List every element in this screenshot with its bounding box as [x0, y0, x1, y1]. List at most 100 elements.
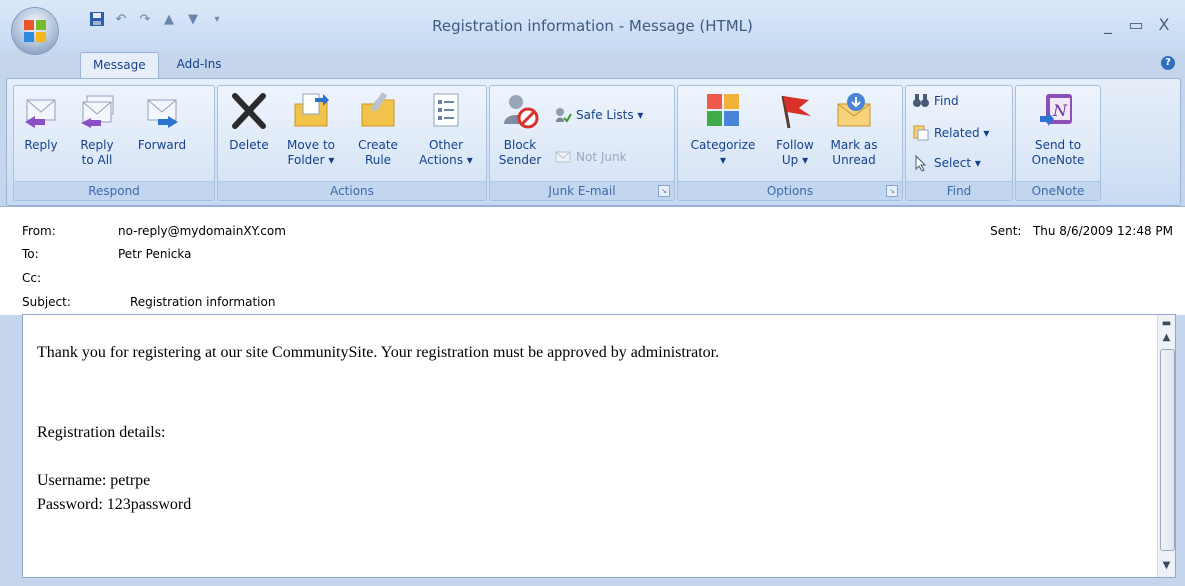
create-rule-label-1: Create [358, 138, 398, 152]
reply-all-icon [81, 95, 114, 128]
tab-add-ins[interactable]: Add-Ins [165, 52, 234, 79]
group-actions: Delete Move to Folder ▾ Create Rule Othe… [217, 85, 487, 201]
ribbon-tabs: Message Add-Ins [80, 52, 234, 80]
related-label: Related ▾ [934, 126, 990, 140]
group-onenote: N Send to OneNote OneNote [1015, 85, 1101, 201]
body-line-registration-details: Registration details: [37, 424, 166, 441]
find-button[interactable]: Find [912, 92, 959, 110]
mark-as-unread-button[interactable]: Mark as Unread [826, 90, 882, 168]
follow-up-button[interactable]: Follow Up ▾ [770, 90, 820, 168]
tab-message[interactable]: Message [80, 52, 159, 80]
sent-value: Thu 8/6/2009 12:48 PM [1032, 224, 1173, 238]
group-junk-email: Block Sender Safe Lists ▾ Not Junk Junk … [489, 85, 675, 201]
delete-label: Delete [229, 138, 269, 152]
forward-icon [147, 99, 178, 128]
create-rule-label-2: Rule [364, 153, 392, 167]
block-sender-icon [504, 95, 539, 129]
related-icon [913, 125, 929, 141]
sent-label: Sent: [990, 224, 1022, 238]
from-label: From: [22, 224, 56, 238]
group-label-junk-email: Junk E-mail [490, 181, 674, 200]
mark-as-unread-label-2: Unread [832, 153, 876, 167]
from-value[interactable]: no-reply@mydomainXY.com [118, 224, 286, 238]
follow-up-flag-icon [781, 95, 811, 129]
send-to-onenote-label-2: OneNote [1031, 153, 1085, 167]
group-label-onenote: OneNote [1016, 181, 1100, 200]
subject-value: Registration information [130, 295, 276, 309]
scroll-down-icon[interactable]: ▼ [1160, 559, 1173, 573]
maximize-button[interactable]: ▭ [1123, 14, 1149, 34]
scroll-thumb[interactable] [1160, 349, 1175, 551]
move-to-folder-icon [294, 93, 329, 127]
message-header: From: no-reply@mydomainXY.com Sent: Thu … [0, 206, 1185, 315]
reply-label: Reply [24, 138, 58, 152]
categorize-button[interactable]: Categorize ▾ [682, 90, 764, 168]
categorize-label-1: Categorize [690, 138, 756, 152]
junk-dialog-launcher-icon[interactable]: ↘ [658, 185, 670, 197]
body-line-username: Username: petrpe [37, 472, 151, 489]
subject-label: Subject: [22, 295, 71, 309]
forward-label: Forward [137, 138, 187, 152]
group-label-find: Find [906, 181, 1012, 200]
close-button[interactable]: X [1151, 14, 1177, 34]
group-respond: Reply Reply to All Forward Respond [13, 85, 215, 201]
office-logo-icon [24, 20, 46, 42]
create-rule-icon [361, 92, 395, 127]
cc-label: Cc: [22, 271, 42, 285]
find-label: Find [934, 94, 959, 108]
scroll-up-icon[interactable]: ▲ [1160, 331, 1173, 345]
other-actions-button[interactable]: Other Actions ▾ [414, 90, 478, 168]
body-line-password: Password: 123password [37, 496, 192, 513]
delete-icon [232, 93, 266, 129]
help-icon[interactable]: ? [1161, 56, 1175, 70]
onenote-icon: N [1040, 94, 1072, 126]
group-find: Find Related ▾ Select ▾ Find [905, 85, 1013, 201]
categorize-label-2: ▾ [719, 153, 727, 167]
not-junk-button[interactable]: Not Junk [554, 148, 627, 166]
block-sender-label-1: Block [503, 138, 537, 152]
categorize-icon [707, 94, 739, 126]
safe-lists-button[interactable]: Safe Lists ▾ [554, 106, 643, 124]
to-label: To: [22, 247, 39, 261]
cursor-arrow-icon [915, 154, 927, 172]
safe-lists-label: Safe Lists ▾ [576, 108, 644, 122]
to-value[interactable]: Petr Penicka [118, 247, 191, 261]
send-to-onenote-label-1: Send to [1034, 138, 1082, 152]
other-actions-icon [433, 93, 459, 127]
not-junk-icon [555, 151, 571, 163]
group-label-respond: Respond [14, 181, 214, 200]
group-options: Categorize ▾ Follow Up ▾ Mark as Unread … [677, 85, 903, 201]
delete-button[interactable]: Delete [224, 90, 274, 153]
reply-button[interactable]: Reply [18, 90, 64, 153]
group-label-options: Options [678, 181, 902, 200]
select-button[interactable]: Select ▾ [912, 154, 981, 172]
binoculars-icon [913, 94, 929, 107]
window-title: Registration information - Message (HTML… [432, 17, 753, 35]
reply-all-label-1: Reply [80, 138, 114, 152]
reply-all-button[interactable]: Reply to All [72, 90, 122, 168]
reply-all-label-2: to All [81, 153, 113, 167]
safe-lists-icon [556, 108, 572, 123]
follow-up-label-1: Follow [776, 138, 814, 152]
message-content: Thank you for registering at our site Co… [37, 341, 719, 517]
related-button[interactable]: Related ▾ [912, 124, 989, 142]
options-dialog-launcher-icon[interactable]: ↘ [886, 185, 898, 197]
block-sender-label-2: Sender [498, 153, 542, 167]
select-label: Select ▾ [934, 156, 981, 170]
other-actions-label-2: Actions ▾ [419, 153, 473, 167]
body-line-thank-you: Thank you for registering at our site Co… [37, 344, 720, 361]
block-sender-button[interactable]: Block Sender [494, 90, 546, 168]
send-to-onenote-button[interactable]: N Send to OneNote [1022, 90, 1094, 168]
message-body[interactable]: Thank you for registering at our site Co… [22, 314, 1176, 578]
scroll-top-icon[interactable]: ▬ [1160, 317, 1173, 331]
office-button[interactable] [12, 8, 58, 54]
move-label-1: Move to [286, 138, 336, 152]
create-rule-button[interactable]: Create Rule [350, 90, 406, 168]
minimize-button[interactable]: _ [1095, 14, 1121, 34]
move-to-folder-button[interactable]: Move to Folder ▾ [280, 90, 342, 168]
forward-button[interactable]: Forward [130, 90, 194, 153]
not-junk-label: Not Junk [576, 150, 627, 164]
vertical-scrollbar[interactable]: ▬ ▲ ▼ [1157, 315, 1175, 577]
ribbon: Reply Reply to All Forward Respond Delet… [6, 78, 1181, 206]
group-label-actions: Actions [218, 181, 486, 200]
